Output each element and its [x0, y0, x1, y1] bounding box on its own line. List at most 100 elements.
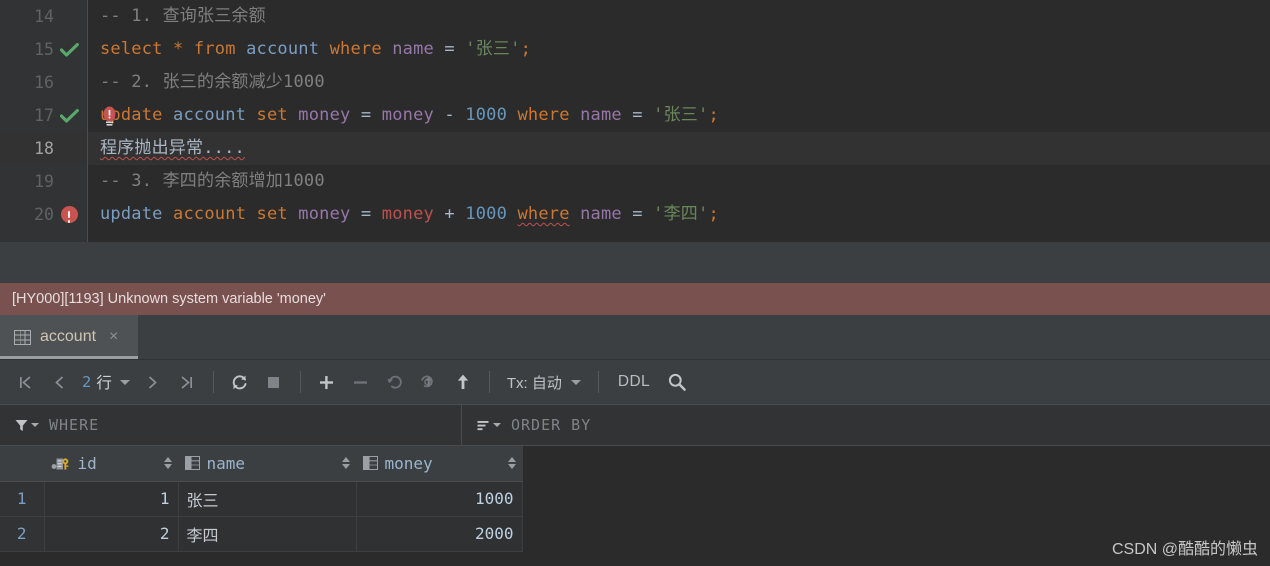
code-token: name	[580, 105, 622, 125]
code-line-19[interactable]: -- 3. 李四的余额增加1000	[88, 165, 1270, 198]
row-number-header	[0, 446, 45, 482]
code-token: =	[632, 204, 643, 224]
gutter-line-15[interactable]: 15	[0, 33, 88, 66]
error-message-text: [HY000][1193] Unknown system variable 'm…	[12, 291, 326, 307]
code-line-15[interactable]: select * from account where name = '张三';	[88, 33, 1270, 66]
submit-icon[interactable]	[446, 367, 480, 397]
remove-row-icon[interactable]	[344, 367, 378, 397]
cell-money[interactable]: 2000	[356, 516, 523, 552]
chevron-down-icon-tx[interactable]	[570, 379, 581, 385]
gutter-line-14[interactable]: 14	[0, 0, 88, 33]
column-icon	[184, 456, 200, 471]
column-header-name-label: name	[206, 453, 246, 473]
revert-icon[interactable]	[378, 367, 412, 397]
tab-account-label: account	[40, 328, 97, 345]
gutter-line-16[interactable]: 16	[0, 66, 88, 99]
result-grid[interactable]: id name money 1 1 张三 1000 2 2 李四 2000	[0, 446, 523, 552]
code-token: money	[381, 105, 434, 125]
column-header-id-label: id	[77, 453, 97, 473]
watermark: CSDN @酷酷的懒虫	[1111, 541, 1258, 558]
refresh-icon[interactable]	[223, 367, 257, 397]
last-page-icon[interactable]	[170, 367, 204, 397]
sql-editor[interactable]: 14 15 16 17 18 19 20 -- 1. 查询张三余额 select * from…	[0, 0, 1270, 242]
chevron-down-icon-order[interactable]	[493, 423, 501, 427]
sort-toggle-money[interactable]	[507, 457, 516, 470]
column-header-money[interactable]: money	[356, 446, 523, 482]
revert-selected-icon[interactable]	[412, 367, 446, 397]
prev-page-icon[interactable]	[42, 367, 76, 397]
where-filter[interactable]: WHERE	[0, 405, 462, 445]
code-token: =	[360, 105, 372, 125]
order-by-label: ORDER BY	[511, 416, 592, 434]
row-number-cell[interactable]: 1	[0, 481, 45, 517]
line-number: 14	[34, 7, 54, 26]
cell-name[interactable]: 张三	[178, 481, 357, 517]
result-tab-bar[interactable]: account ×	[0, 315, 1270, 360]
table-row[interactable]: 2 2 李四 2000	[0, 516, 523, 552]
gutter-line-19[interactable]: 19	[0, 165, 88, 198]
gutter-marker-empty	[54, 72, 84, 94]
cell-name[interactable]: 李四	[178, 516, 357, 552]
line-number: 19	[34, 172, 54, 191]
sort-desc-icon	[163, 464, 172, 470]
code-line-16[interactable]: -- 2. 张三的余额减少1000	[88, 66, 1270, 99]
lightbulb-error-icon[interactable]	[102, 106, 117, 128]
grid-header-row: id name money	[0, 446, 523, 482]
cell-id[interactable]: 1	[44, 481, 179, 517]
transaction-mode-select[interactable]: Tx: 自动	[499, 372, 589, 393]
gutter-marker-empty	[54, 171, 84, 193]
code-token: ;	[520, 39, 531, 59]
error-badge-icon[interactable]	[54, 204, 84, 226]
sort-toggle-name[interactable]	[341, 457, 350, 470]
result-grid-wrapper[interactable]: id name money 1 1 张三 1000 2 2 李四 2000	[0, 446, 1270, 554]
code-line-17[interactable]: update account set money = money - 1000 …	[88, 99, 1270, 132]
add-row-icon[interactable]	[310, 367, 344, 397]
table-row[interactable]: 1 1 张三 1000	[0, 481, 523, 517]
error-message-bar: [HY000][1193] Unknown system variable 'm…	[0, 283, 1270, 315]
primary-key-icon	[51, 456, 71, 470]
check-mark-icon[interactable]	[54, 39, 84, 61]
sort-toggle-id[interactable]	[163, 457, 172, 470]
editor-code-area[interactable]: -- 1. 查询张三余额 select * from account where …	[88, 0, 1270, 242]
rows-count-select[interactable]: 2 行	[76, 371, 136, 393]
cell-id[interactable]: 2	[44, 516, 179, 552]
gutter-line-20[interactable]: 20	[0, 198, 88, 231]
order-by-filter[interactable]: ORDER BY	[462, 405, 1270, 445]
column-header-id[interactable]: id	[44, 446, 179, 482]
result-toolbar[interactable]: 2 行 Tx: 自动 DDL	[0, 360, 1270, 404]
gutter-line-18[interactable]: 18	[0, 132, 88, 165]
code-line-18[interactable]: 程序抛出异常....	[88, 132, 1270, 165]
sort-lines-icon[interactable]	[476, 418, 501, 433]
first-page-icon[interactable]	[8, 367, 42, 397]
column-header-money-label: money	[384, 453, 433, 473]
chevron-down-icon-where[interactable]	[31, 423, 39, 427]
filter-bar[interactable]: WHERE ORDER BY	[0, 404, 1270, 446]
stop-icon[interactable]	[257, 367, 291, 397]
code-token: '张三'	[653, 105, 709, 125]
check-mark-icon[interactable]	[54, 105, 84, 127]
tab-account[interactable]: account ×	[0, 315, 138, 359]
editor-gutter[interactable]: 14 15 16 17 18 19 20	[0, 0, 88, 242]
next-page-icon[interactable]	[136, 367, 170, 397]
row-number-cell[interactable]: 2	[0, 516, 45, 552]
gutter-line-17[interactable]: 17	[0, 99, 88, 132]
code-line-20[interactable]: update account set money = money + 1000 …	[88, 198, 1270, 231]
search-icon[interactable]	[660, 367, 694, 397]
line-number: 16	[34, 73, 54, 92]
filter-funnel-icon[interactable]	[14, 418, 39, 433]
close-icon[interactable]: ×	[109, 329, 118, 345]
ddl-button[interactable]: DDL	[608, 373, 660, 391]
code-line-14[interactable]: -- 1. 查询张三余额	[88, 0, 1270, 33]
column-header-name[interactable]: name	[178, 446, 357, 482]
cell-money[interactable]: 1000	[356, 481, 523, 517]
chevron-down-icon[interactable]	[119, 379, 130, 385]
line-number: 20	[34, 205, 54, 224]
